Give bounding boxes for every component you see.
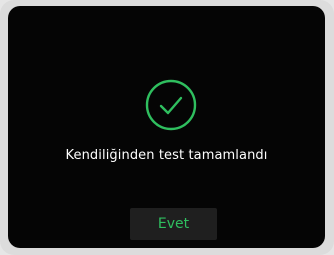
dialog-screen: Kendiliğinden test tamamlandı Evet (8, 6, 325, 248)
confirm-button[interactable]: Evet (130, 208, 217, 240)
completion-message: Kendiliğinden test tamamlandı (65, 148, 268, 163)
checkmark-circle-icon (145, 79, 197, 131)
device-frame: Kendiliğinden test tamamlandı Evet (0, 0, 334, 255)
